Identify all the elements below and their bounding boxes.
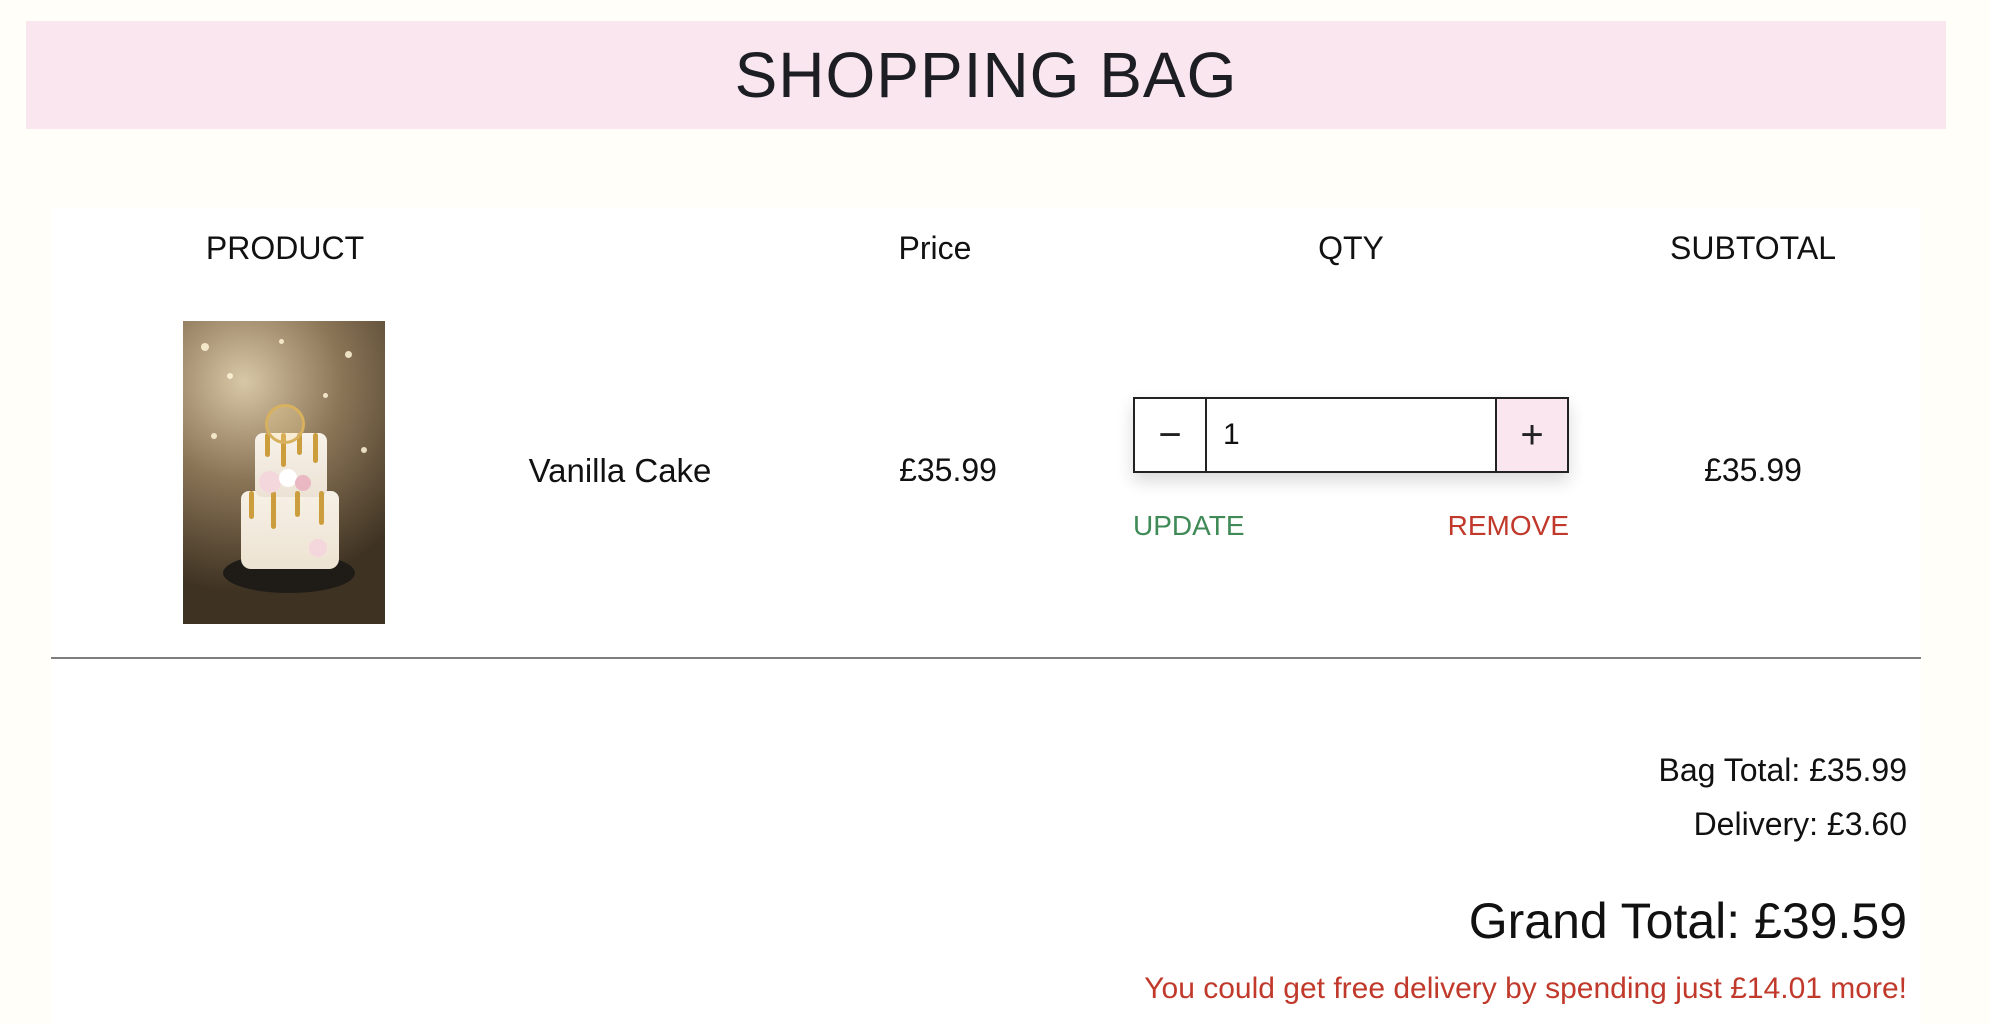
column-header-price: Price — [898, 230, 972, 266]
quantity-stepper: − + — [1133, 397, 1569, 473]
product-price: £35.99 — [899, 452, 997, 488]
update-link[interactable]: UPDATE — [1133, 510, 1245, 542]
column-header-product: PRODUCT — [205, 230, 365, 266]
grand-total: Grand Total: £39.59 — [1468, 893, 1907, 949]
plus-icon: + — [1520, 413, 1544, 457]
column-header-qty: QTY — [1318, 230, 1384, 266]
delivery-cost: Delivery: £3.60 — [1693, 806, 1907, 842]
bag-total: Bag Total: £35.99 — [1658, 752, 1908, 788]
product-image[interactable] — [183, 321, 385, 624]
column-header-subtotal: SUBTOTAL — [1670, 230, 1836, 266]
increment-button[interactable]: + — [1495, 397, 1569, 473]
decrement-button[interactable]: − — [1133, 397, 1207, 473]
quantity-input[interactable] — [1207, 397, 1495, 473]
product-name[interactable]: Vanilla Cake — [529, 452, 712, 490]
minus-icon: − — [1158, 413, 1182, 457]
page-title: SHOPPING BAG — [734, 39, 1238, 111]
line-subtotal: £35.99 — [1704, 452, 1802, 488]
page-header: SHOPPING BAG — [26, 21, 1946, 129]
free-delivery-notice: You could get free delivery by spending … — [1144, 972, 1907, 1005]
remove-link[interactable]: REMOVE — [1448, 510, 1569, 542]
divider — [51, 657, 1921, 659]
